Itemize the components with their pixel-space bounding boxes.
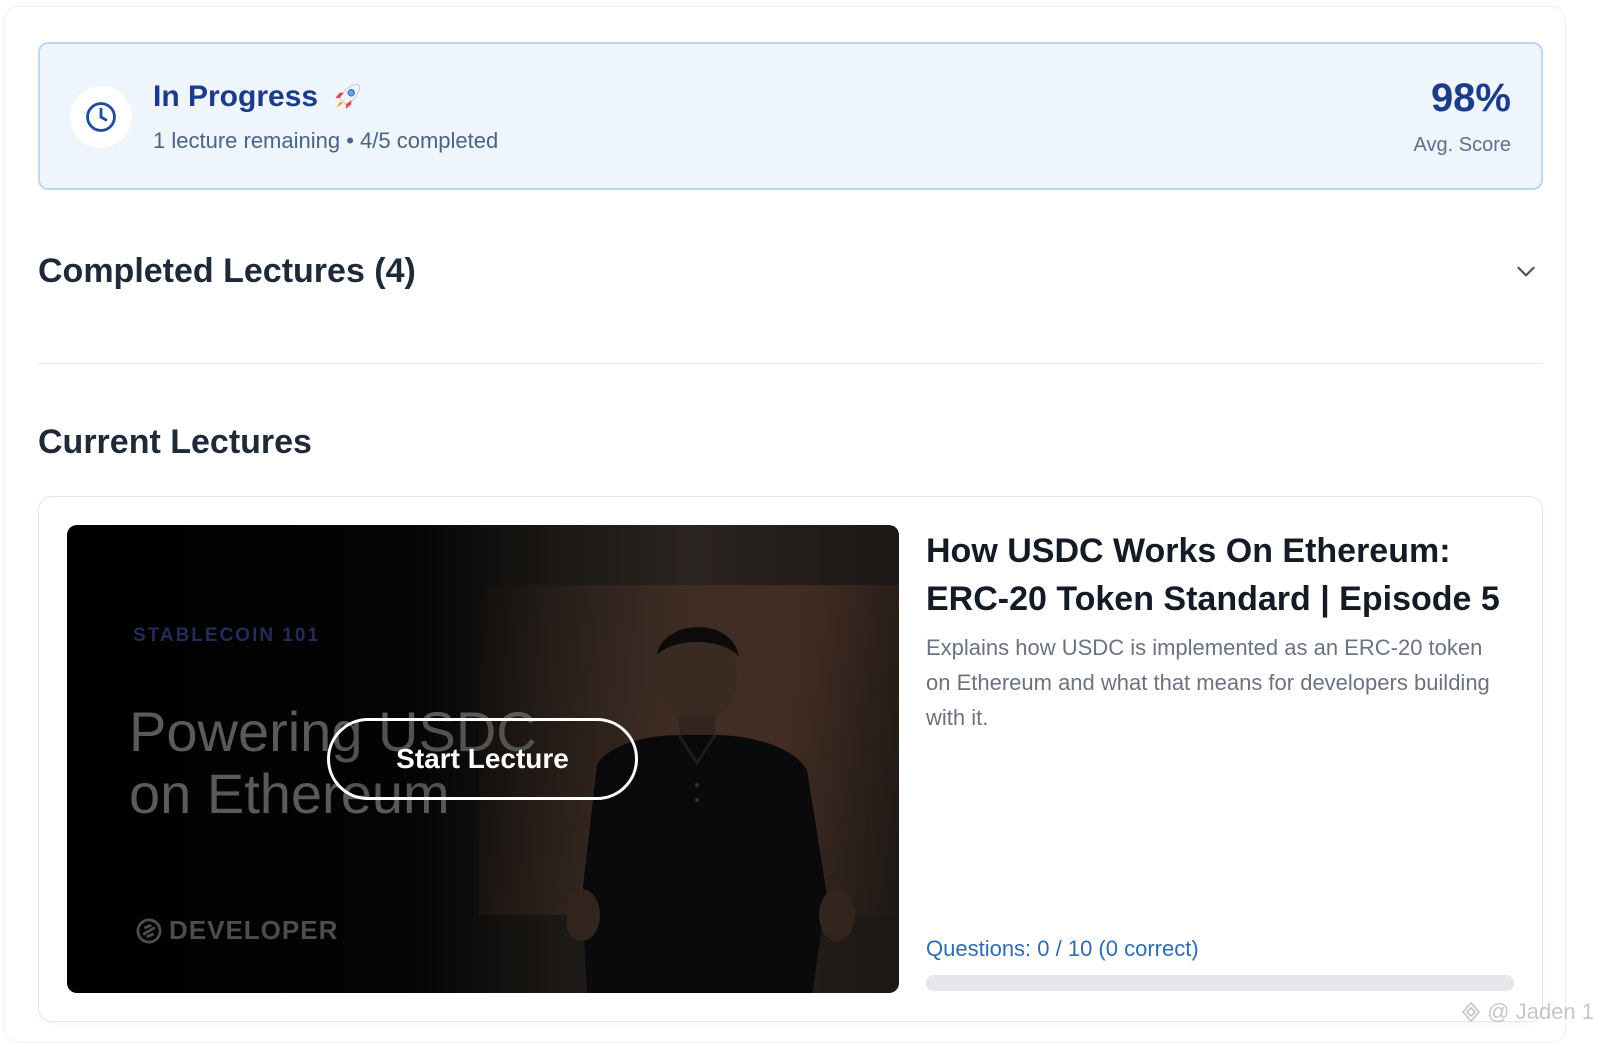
lecture-description: Explains how USDC is implemented as an E… — [926, 635, 1490, 730]
thumbnail-brand: DEVELOPER — [135, 915, 338, 946]
status-title-row: In Progress — [153, 80, 364, 114]
thumbnail-kicker: STABLECOIN 101 — [133, 625, 321, 646]
start-lecture-button[interactable]: Start Lecture — [327, 718, 638, 800]
completed-lectures-toggle[interactable]: Completed Lectures (4) — [38, 247, 1543, 295]
clock-icon-badge — [70, 86, 132, 148]
current-lectures-title: Current Lectures — [38, 423, 312, 461]
course-progress-page: In Progress 1 lecture remaining • 4/5 co… — [4, 6, 1566, 1043]
chevron-down-icon[interactable] — [1513, 258, 1539, 284]
watermark-text: @ Jaden 1 — [1487, 999, 1594, 1024]
status-title: In Progress — [153, 80, 319, 113]
rocket-icon — [335, 83, 361, 109]
thumbnail-brand-text: DEVELOPER — [169, 915, 339, 945]
questions-progress-bar — [926, 975, 1514, 991]
clock-icon — [86, 102, 116, 132]
watermark-logo-icon — [1462, 1001, 1481, 1023]
lecture-thumbnail[interactable]: STABLECOIN 101 Powering USDC on Ethereum… — [67, 525, 899, 993]
average-score-label: Avg. Score — [1413, 134, 1511, 156]
section-divider — [38, 363, 1543, 364]
completed-lectures-title: Completed Lectures (4) — [38, 251, 416, 290]
lecture-title[interactable]: How USDC Works On Ethereum: ERC-20 Token… — [926, 527, 1526, 623]
brand-logo-icon — [136, 918, 162, 943]
status-subtitle: 1 lecture remaining • 4/5 completed — [153, 128, 499, 153]
lecture-card: STABLECOIN 101 Powering USDC on Ethereum… — [38, 496, 1543, 1022]
progress-status-banner: In Progress 1 lecture remaining • 4/5 co… — [38, 42, 1543, 190]
questions-progress-text: Questions: 0 / 10 (0 correct) — [926, 936, 1199, 961]
average-score-value: 98% — [1430, 76, 1511, 120]
watermark: @ Jaden 1 — [1459, 999, 1594, 1025]
